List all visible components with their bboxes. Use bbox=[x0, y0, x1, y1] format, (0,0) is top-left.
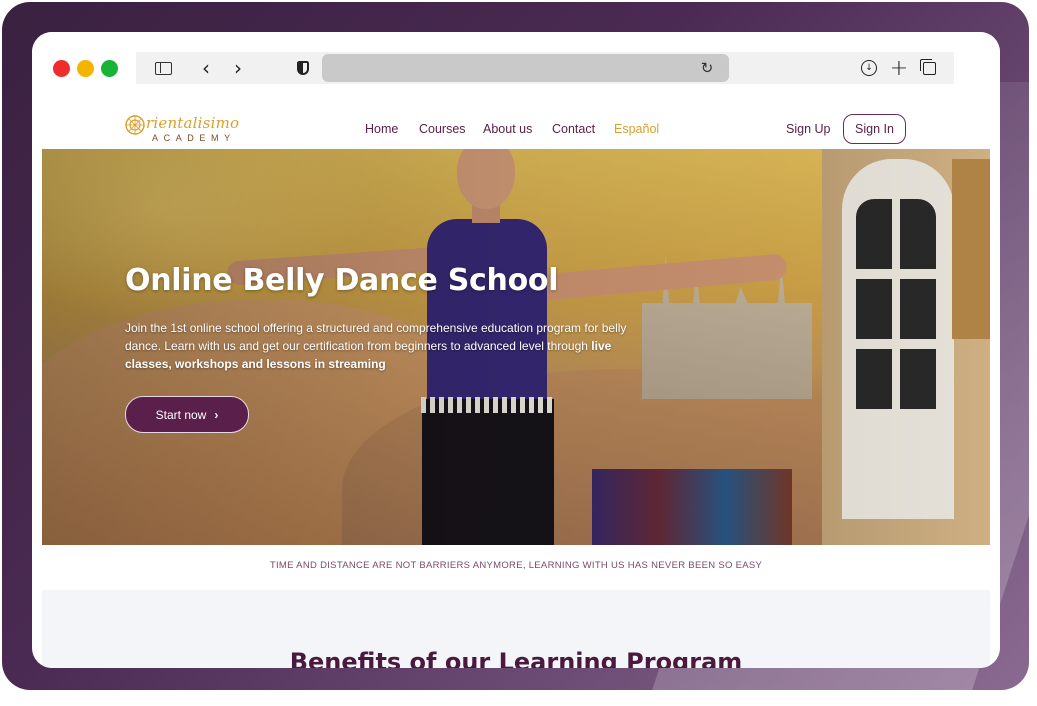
hero-title: Online Belly Dance School bbox=[125, 263, 559, 298]
site-header: rientalisimo ACADEMY Home Courses About … bbox=[42, 108, 990, 150]
sidebar-icon[interactable] bbox=[152, 56, 174, 80]
download-icon[interactable]: ↓ bbox=[858, 56, 880, 80]
tagline: TIME AND DISTANCE ARE NOT BARRIERS ANYMO… bbox=[269, 560, 763, 571]
close-window-button[interactable] bbox=[53, 60, 70, 77]
forward-icon[interactable]: › bbox=[228, 56, 248, 80]
sign-in-button[interactable]: Sign In bbox=[843, 114, 906, 144]
shield-icon[interactable] bbox=[294, 56, 312, 80]
chevron-right-icon: › bbox=[214, 407, 219, 422]
logo-icon bbox=[125, 115, 145, 135]
browser-window: ‹ › ↻ ↓ + rientalisimo ACADEMY Home Cour… bbox=[32, 32, 1000, 668]
logo-subtitle: ACADEMY bbox=[152, 133, 236, 143]
browser-toolbar: ‹ › ↻ ↓ + bbox=[32, 32, 1000, 104]
nav-language[interactable]: Español bbox=[614, 122, 659, 136]
logo-name: rientalisimo bbox=[146, 114, 240, 132]
nav-courses[interactable]: Courses bbox=[419, 122, 466, 136]
hero-description-text: Join the 1st online school offering a st… bbox=[125, 321, 627, 353]
start-now-label: Start now bbox=[155, 407, 207, 422]
reload-icon[interactable]: ↻ bbox=[696, 56, 718, 80]
hero-description: Join the 1st online school offering a st… bbox=[125, 319, 635, 373]
minimize-window-button[interactable] bbox=[77, 60, 94, 77]
nav-home[interactable]: Home bbox=[365, 122, 398, 136]
benefits-title: Benefits of our Learning Program bbox=[289, 648, 743, 668]
back-icon[interactable]: ‹ bbox=[196, 56, 216, 80]
tabs-icon[interactable] bbox=[918, 56, 940, 80]
benefits-section: Benefits of our Learning Program bbox=[42, 590, 990, 668]
zoom-window-button[interactable] bbox=[101, 60, 118, 77]
address-bar[interactable] bbox=[322, 54, 729, 82]
sign-up-link[interactable]: Sign Up bbox=[786, 122, 830, 136]
nav-about-us[interactable]: About us bbox=[483, 122, 532, 136]
start-now-button[interactable]: Start now › bbox=[125, 396, 249, 433]
nav-contact[interactable]: Contact bbox=[552, 122, 595, 136]
device-frame: ‹ › ↻ ↓ + rientalisimo ACADEMY Home Cour… bbox=[2, 2, 1029, 690]
hero-banner: Online Belly Dance School Join the 1st o… bbox=[42, 149, 990, 545]
plus-icon[interactable]: + bbox=[888, 56, 910, 81]
site-logo[interactable]: rientalisimo ACADEMY bbox=[124, 110, 244, 144]
